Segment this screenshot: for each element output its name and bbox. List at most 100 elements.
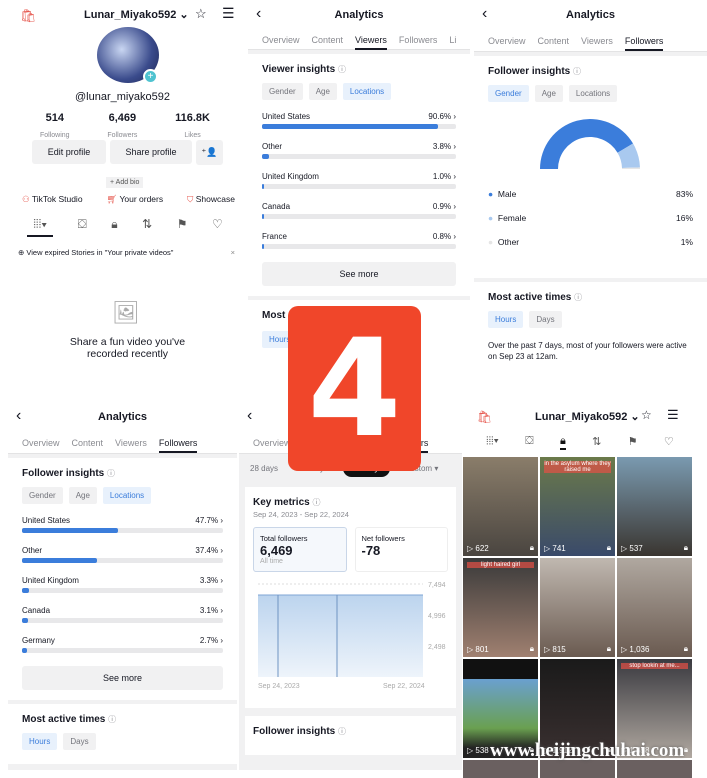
chip-gender[interactable]: Gender — [488, 85, 529, 102]
location-row[interactable]: France 0.8% › — [262, 232, 456, 249]
video-thumbnail[interactable]: ▷ 815 🔒︎ — [540, 558, 615, 657]
favorites-tab-icon[interactable]: ⚑ — [177, 217, 188, 237]
video-thumbnail[interactable] — [540, 760, 615, 778]
stories-banner[interactable]: ⊕ View expired Stories in "Your private … — [18, 248, 235, 257]
tab-followers[interactable]: Followers — [158, 438, 198, 453]
chip-age[interactable]: Age — [68, 487, 97, 504]
favorites-tab-icon[interactable]: ⚑ — [628, 435, 638, 450]
tab-overview[interactable]: Overview — [22, 438, 60, 448]
location-row[interactable]: United States 47.7% › — [22, 516, 223, 533]
back-button[interactable]: ‹ — [16, 407, 21, 425]
location-row[interactable]: Canada 0.9% › — [262, 202, 456, 219]
add-avatar-icon[interactable]: + — [143, 69, 158, 84]
tab-overview[interactable]: Overview — [253, 438, 291, 448]
following-stat[interactable]: 514 Following — [40, 112, 70, 142]
view-count: 538 — [475, 746, 489, 755]
tab-content[interactable]: Content — [72, 438, 104, 448]
add-friend-icon[interactable]: ⁺👤 — [196, 140, 223, 165]
info-icon[interactable]: ⓘ — [107, 469, 115, 478]
showcase-link[interactable]: ⛉ Showcase — [187, 194, 235, 205]
info-icon[interactable]: ⓘ — [108, 715, 116, 724]
location-row[interactable]: United Kingdom 1.0% › — [262, 172, 456, 189]
chip-gender[interactable]: Gender — [22, 487, 63, 504]
close-icon[interactable]: × — [231, 248, 235, 257]
shop-icon[interactable]: 🛍 — [477, 410, 492, 424]
location-row[interactable]: Germany 2.7% › — [22, 636, 223, 653]
username-switcher[interactable]: Lunar_Miyako592 ⌄ — [535, 410, 640, 423]
back-button[interactable]: ‹ — [247, 407, 252, 425]
menu-icon[interactable]: ☰ — [222, 5, 235, 22]
chip-age[interactable]: Age — [534, 85, 563, 102]
tab-overview[interactable]: Overview — [262, 35, 300, 45]
liked-tab-icon[interactable]: ♡ — [664, 435, 674, 450]
add-bio-button[interactable]: + Add bio — [106, 177, 144, 188]
video-thumbnail[interactable]: light haired girl ▷ 801 🔒︎ — [463, 558, 538, 657]
back-button[interactable]: ‹ — [482, 5, 487, 23]
chip-gender[interactable]: Gender — [262, 83, 303, 100]
see-more-button[interactable]: See more — [22, 666, 223, 690]
tab-viewers[interactable]: Viewers — [355, 35, 387, 50]
repost-tab-icon[interactable]: ⇅ — [142, 217, 152, 237]
grid-tab-icon[interactable]: ⦙⦙⦙▾ — [27, 217, 54, 237]
calendar-star-icon[interactable]: ☆ — [641, 408, 652, 422]
chip-age[interactable]: Age — [308, 83, 337, 100]
chip-locations[interactable]: Locations — [568, 85, 618, 102]
tiktok-studio-link[interactable]: ⚇ TikTok Studio — [22, 194, 83, 205]
location-row[interactable]: United States 90.6% › — [262, 112, 456, 129]
video-caption: stop lookin at me... — [621, 663, 688, 669]
followers-stat[interactable]: 6,469 Followers — [107, 112, 137, 142]
info-icon[interactable]: ⓘ — [573, 67, 581, 76]
lock-tab-icon[interactable]: 🔒︎ — [111, 217, 117, 237]
net-followers-card[interactable]: Net followers -78 — [354, 527, 448, 572]
grid-tab-icon[interactable]: ⦙⦙⦙▾ — [486, 435, 499, 450]
edit-profile-button[interactable]: Edit profile — [32, 140, 106, 164]
chip-days[interactable]: Days — [529, 311, 562, 328]
tab-viewers[interactable]: Viewers — [581, 36, 613, 46]
info-icon[interactable]: ⓘ — [338, 727, 346, 736]
shop-tab-icon[interactable]: ⛋ — [78, 217, 87, 237]
your-orders-link[interactable]: 🛒︎ Your orders — [106, 194, 163, 205]
location-name: United Kingdom — [262, 172, 319, 181]
username-switcher[interactable]: Lunar_Miyako592 ⌄ — [84, 8, 189, 21]
chip-locations[interactable]: Locations — [342, 83, 392, 100]
range-28-days[interactable]: 28 days — [243, 460, 286, 477]
shop-tab-icon[interactable]: ⛋ — [525, 435, 533, 450]
see-more-button[interactable]: See more — [262, 262, 456, 286]
video-thumbnail[interactable]: ▷ 537 🔒︎ — [617, 457, 692, 556]
lock-tab-icon[interactable]: 🔒︎ — [559, 435, 566, 450]
video-thumbnail[interactable]: ▷ 1,036 🔒︎ — [617, 558, 692, 657]
location-row[interactable]: Other 37.4% › — [22, 546, 223, 563]
location-row[interactable]: Other 3.8% › — [262, 142, 456, 159]
calendar-star-icon[interactable]: ☆ — [195, 6, 207, 22]
video-thumbnail[interactable]: ▷ 622 🔒︎ — [463, 457, 538, 556]
chip-days[interactable]: Days — [63, 733, 96, 750]
repost-tab-icon[interactable]: ⇅ — [592, 435, 601, 450]
tab-content[interactable]: Content — [538, 36, 570, 46]
tab-viewers[interactable]: Viewers — [115, 438, 147, 448]
location-row[interactable]: United Kingdom 3.3% › — [22, 576, 223, 593]
info-icon[interactable]: ⓘ — [312, 498, 320, 507]
video-thumbnail[interactable] — [463, 760, 538, 778]
video-thumbnail[interactable]: in the asylum where they raised me ▷ 741 🔒… — [540, 457, 615, 556]
shop-icon[interactable]: 🛍 — [20, 8, 37, 24]
chip-hours[interactable]: Hours — [22, 733, 58, 750]
view-count: 537 — [629, 544, 643, 553]
info-icon[interactable]: ⓘ — [338, 65, 346, 74]
chip-locations[interactable]: Locations — [102, 487, 152, 504]
total-followers-card[interactable]: Total followers 6,469 All time — [253, 527, 347, 572]
share-profile-button[interactable]: Share profile — [110, 140, 192, 164]
tab-content[interactable]: Content — [312, 35, 344, 45]
tab-followers[interactable]: Followers — [399, 35, 438, 45]
y-tick: 4,996 — [428, 613, 446, 620]
menu-icon[interactable]: ☰ — [667, 407, 679, 423]
liked-tab-icon[interactable]: ♡ — [212, 217, 223, 237]
location-row[interactable]: Canada 3.1% › — [22, 606, 223, 623]
tab-live[interactable]: Li — [449, 35, 456, 45]
video-thumbnail[interactable] — [617, 760, 692, 778]
tab-followers[interactable]: Followers — [624, 36, 664, 51]
tab-overview[interactable]: Overview — [488, 36, 526, 46]
back-button[interactable]: ‹ — [256, 5, 261, 23]
info-icon[interactable]: ⓘ — [574, 293, 582, 302]
likes-stat[interactable]: 116.8K Likes — [175, 112, 210, 142]
chip-hours[interactable]: Hours — [488, 311, 524, 328]
